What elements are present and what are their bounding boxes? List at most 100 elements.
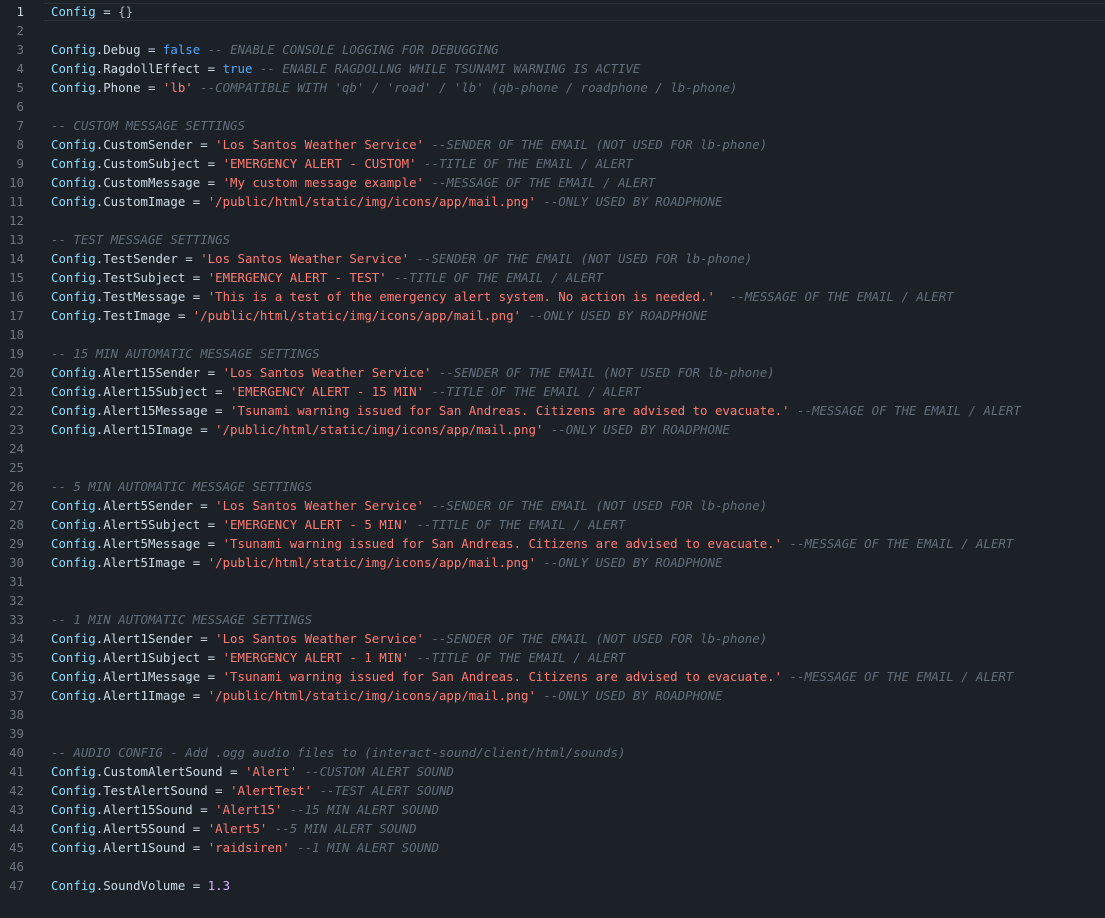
- code-line[interactable]: 14 Config.TestSender = 'Los Santos Weathe…: [0, 249, 1105, 268]
- code-line[interactable]: 21 Config.Alert15Subject = 'EMERGENCY ALE…: [0, 382, 1105, 401]
- line-number: 46: [9, 859, 24, 874]
- code-line[interactable]: 23 Config.Alert15Image = '/public/html/st…: [0, 420, 1105, 439]
- comment-token: --SENDER OF THE EMAIL (NOT USED FOR lb-p…: [424, 498, 768, 513]
- code-line[interactable]: 22 Config.Alert15Message = 'Tsunami warni…: [0, 401, 1105, 420]
- line-code[interactable]: Config.TestSender = 'Los Santos Weather …: [51, 249, 752, 268]
- line-code[interactable]: Config.CustomImage = '/public/html/stati…: [51, 192, 722, 211]
- line-code[interactable]: Config.Alert1Image = '/public/html/stati…: [51, 686, 722, 705]
- comment-token: --MESSAGE OF THE EMAIL / ALERT: [782, 669, 1014, 684]
- line-code[interactable]: Config.Alert1Sender = 'Los Santos Weathe…: [51, 629, 767, 648]
- string-token: 'Los Santos Weather Service': [215, 498, 425, 513]
- line-code[interactable]: Config.Alert5Sender = 'Los Santos Weathe…: [51, 496, 767, 515]
- line-code[interactable]: Config.TestAlertSound = 'AlertTest' --TE…: [51, 781, 454, 800]
- code-line[interactable]: 12: [0, 211, 1105, 230]
- code-line[interactable]: 25: [0, 458, 1105, 477]
- line-code[interactable]: Config.Alert1Sound = 'raidsiren' --1 MIN…: [51, 838, 439, 857]
- line-code[interactable]: -- CUSTOM MESSAGE SETTINGS: [51, 116, 245, 135]
- line-code[interactable]: Config.Alert15Message = 'Tsunami warning…: [51, 401, 1021, 420]
- text-token: =: [192, 631, 216, 646]
- line-number: 27: [9, 498, 24, 513]
- code-line[interactable]: 46: [0, 857, 1105, 876]
- code-line[interactable]: 13 -- TEST MESSAGE SETTINGS: [0, 230, 1105, 249]
- code-line[interactable]: 29 Config.Alert5Message = 'Tsunami warnin…: [0, 534, 1105, 553]
- code-line[interactable]: 18: [0, 325, 1105, 344]
- code-line[interactable]: 15 Config.TestSubject = 'EMERGENCY ALERT …: [0, 268, 1105, 287]
- code-line[interactable]: 31: [0, 572, 1105, 591]
- code-line[interactable]: 33 -- 1 MIN AUTOMATIC MESSAGE SETTINGS: [0, 610, 1105, 629]
- line-code[interactable]: Config.Alert15Sender = 'Los Santos Weath…: [51, 363, 775, 382]
- line-code[interactable]: Config.Debug = false -- ENABLE CONSOLE L…: [51, 40, 499, 59]
- code-line[interactable]: 35 Config.Alert1Subject = 'EMERGENCY ALER…: [0, 648, 1105, 667]
- code-line[interactable]: 19 -- 15 MIN AUTOMATIC MESSAGE SETTINGS: [0, 344, 1105, 363]
- line-code[interactable]: Config.Alert15Sound = 'Alert15' --15 MIN…: [51, 800, 439, 819]
- line-code[interactable]: Config.Phone = 'lb' --COMPATIBLE WITH 'q…: [51, 78, 737, 97]
- code-line[interactable]: 27 Config.Alert5Sender = 'Los Santos Weat…: [0, 496, 1105, 515]
- line-code[interactable]: Config.SoundVolume = 1.3: [51, 876, 230, 895]
- code-line[interactable]: 38: [0, 705, 1105, 724]
- code-line[interactable]: 3 Config.Debug = false -- ENABLE CONSOLE …: [0, 40, 1105, 59]
- line-number: 39: [9, 726, 24, 741]
- code-line[interactable]: 16 Config.TestMessage = 'This is a test o…: [0, 287, 1105, 306]
- comment-token: --MESSAGE OF THE EMAIL / ALERT: [782, 536, 1014, 551]
- line-code[interactable]: Config.Alert5Sound = 'Alert5' --5 MIN AL…: [51, 819, 417, 838]
- line-code[interactable]: Config.TestMessage = 'This is a test of …: [51, 287, 954, 306]
- identifier-token: Config: [51, 42, 96, 57]
- line-code[interactable]: -- 5 MIN AUTOMATIC MESSAGE SETTINGS: [51, 477, 312, 496]
- line-code[interactable]: Config.TestImage = '/public/html/static/…: [51, 306, 708, 325]
- code-line[interactable]: 10 Config.CustomMessage = 'My custom mess…: [0, 173, 1105, 192]
- code-line[interactable]: 20 Config.Alert15Sender = 'Los Santos Wea…: [0, 363, 1105, 382]
- line-code[interactable]: Config = {}: [51, 2, 133, 21]
- code-line[interactable]: 17 Config.TestImage = '/public/html/stati…: [0, 306, 1105, 325]
- code-line[interactable]: 44 Config.Alert5Sound = 'Alert5' --5 MIN …: [0, 819, 1105, 838]
- code-line[interactable]: 7 -- CUSTOM MESSAGE SETTINGS: [0, 116, 1105, 135]
- line-code[interactable]: Config.Alert5Message = 'Tsunami warning …: [51, 534, 1013, 553]
- line-code[interactable]: Config.RagdollEffect = true -- ENABLE RA…: [51, 59, 640, 78]
- code-line[interactable]: 6: [0, 97, 1105, 116]
- code-line[interactable]: 36 Config.Alert1Message = 'Tsunami warnin…: [0, 667, 1105, 686]
- code-line[interactable]: 24: [0, 439, 1105, 458]
- code-line[interactable]: 30 Config.Alert5Image = '/public/html/sta…: [0, 553, 1105, 572]
- comment-token: --SENDER OF THE EMAIL (NOT USED FOR lb-p…: [424, 631, 768, 646]
- code-line[interactable]: 40 -- AUDIO CONFIG - Add .ogg audio files…: [0, 743, 1105, 762]
- code-line[interactable]: 1 Config = {}: [0, 2, 1105, 21]
- identifier-token: Config: [51, 764, 96, 779]
- line-code[interactable]: Config.CustomMessage = 'My custom messag…: [51, 173, 655, 192]
- code-line[interactable]: 28 Config.Alert5Subject = 'EMERGENCY ALER…: [0, 515, 1105, 534]
- line-code[interactable]: -- 1 MIN AUTOMATIC MESSAGE SETTINGS: [51, 610, 312, 629]
- code-line[interactable]: 43 Config.Alert15Sound = 'Alert15' --15 M…: [0, 800, 1105, 819]
- line-code[interactable]: Config.Alert1Subject = 'EMERGENCY ALERT …: [51, 648, 625, 667]
- code-line[interactable]: 32: [0, 591, 1105, 610]
- text-token: .TestSubject: [95, 270, 186, 285]
- line-code[interactable]: Config.Alert15Subject = 'EMERGENCY ALERT…: [51, 382, 640, 401]
- code-line[interactable]: 26 -- 5 MIN AUTOMATIC MESSAGE SETTINGS: [0, 477, 1105, 496]
- line-code[interactable]: Config.TestSubject = 'EMERGENCY ALERT - …: [51, 268, 603, 287]
- line-code[interactable]: Config.Alert1Message = 'Tsunami warning …: [51, 667, 1013, 686]
- code-line[interactable]: 9 Config.CustomSubject = 'EMERGENCY ALERT…: [0, 154, 1105, 173]
- line-code[interactable]: Config.CustomAlertSound = 'Alert' --CUST…: [51, 762, 454, 781]
- code-line[interactable]: 8 Config.CustomSender = 'Los Santos Weath…: [0, 135, 1105, 154]
- identifier-token: Config: [51, 61, 96, 76]
- identifier-token: Config: [51, 384, 96, 399]
- code-line[interactable]: 4 Config.RagdollEffect = true -- ENABLE R…: [0, 59, 1105, 78]
- identifier-token: Config: [51, 650, 96, 665]
- line-code[interactable]: -- AUDIO CONFIG - Add .ogg audio files t…: [51, 743, 625, 762]
- code-line[interactable]: 11 Config.CustomImage = '/public/html/sta…: [0, 192, 1105, 211]
- comment-token: --MESSAGE OF THE EMAIL / ALERT: [789, 403, 1021, 418]
- line-code[interactable]: Config.Alert5Image = '/public/html/stati…: [51, 553, 722, 572]
- code-line[interactable]: 41 Config.CustomAlertSound = 'Alert' --CU…: [0, 762, 1105, 781]
- line-code[interactable]: -- TEST MESSAGE SETTINGS: [51, 230, 230, 249]
- code-line[interactable]: 47 Config.SoundVolume = 1.3: [0, 876, 1105, 895]
- line-code[interactable]: -- 15 MIN AUTOMATIC MESSAGE SETTINGS: [51, 344, 320, 363]
- code-line[interactable]: 5 Config.Phone = 'lb' --COMPATIBLE WITH '…: [0, 78, 1105, 97]
- line-code[interactable]: Config.CustomSubject = 'EMERGENCY ALERT …: [51, 154, 633, 173]
- code-editor[interactable]: 1 Config = {} 2 3 Config.Debug = false -- EN…: [0, 0, 1105, 918]
- code-line[interactable]: 39: [0, 724, 1105, 743]
- code-line[interactable]: 42 Config.TestAlertSound = 'AlertTest' --…: [0, 781, 1105, 800]
- line-code[interactable]: Config.CustomSender = 'Los Santos Weathe…: [51, 135, 767, 154]
- line-code[interactable]: Config.Alert15Image = '/public/html/stat…: [51, 420, 730, 439]
- code-line[interactable]: 45 Config.Alert1Sound = 'raidsiren' --1 M…: [0, 838, 1105, 857]
- code-line[interactable]: 37 Config.Alert1Image = '/public/html/sta…: [0, 686, 1105, 705]
- line-code[interactable]: Config.Alert5Subject = 'EMERGENCY ALERT …: [51, 515, 625, 534]
- code-line[interactable]: 34 Config.Alert1Sender = 'Los Santos Weat…: [0, 629, 1105, 648]
- code-line[interactable]: 2: [0, 21, 1105, 40]
